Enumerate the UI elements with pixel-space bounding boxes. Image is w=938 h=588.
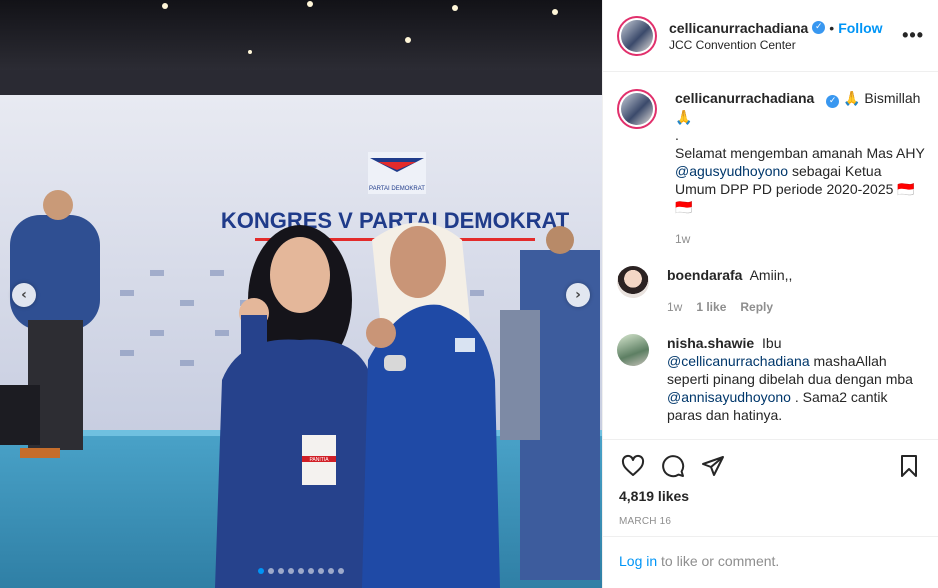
comment-row: boendarafa Amiin,, 1w 1 like Reply	[617, 266, 925, 316]
comment-username[interactable]: nisha.shawie	[667, 335, 754, 351]
separator-dot: •	[829, 19, 835, 36]
login-link[interactable]: Log in	[619, 553, 657, 569]
caption-flag: 🇮🇩	[675, 199, 693, 215]
action-bar	[619, 440, 923, 486]
likes-count[interactable]: 4,819 likes	[619, 488, 923, 504]
caption-verified-icon: ✓	[826, 95, 840, 108]
caption-text-a: Selamat mengemban amanah Mas AHY	[675, 145, 925, 161]
heart-icon	[621, 454, 645, 476]
next-slide-button[interactable]: ›	[566, 283, 590, 307]
post-header: cellicanurrachadiana ✓ • Follow JCC Conv…	[603, 0, 938, 72]
slide-dot	[278, 568, 284, 574]
username-link[interactable]: cellicanurrachadiana	[669, 20, 808, 36]
comment-icon	[662, 455, 685, 478]
comment-likes[interactable]: 1 like	[696, 298, 726, 316]
login-text: to like or comment.	[657, 553, 780, 569]
caption-line1b: 🙏	[675, 109, 693, 125]
location-link[interactable]: JCC Convention Center	[669, 38, 902, 52]
paper-plane-icon	[702, 456, 724, 476]
comment-text-a: Ibu	[762, 335, 782, 351]
caption-time[interactable]: 1w	[675, 230, 690, 248]
caption-mention[interactable]: @agusyudhoyono	[675, 163, 788, 179]
header-line: cellicanurrachadiana ✓ • Follow	[669, 20, 902, 36]
save-button[interactable]	[895, 452, 923, 480]
reply-button[interactable]: Reply	[740, 298, 773, 316]
caption-body: cellicanurrachadiana ✓ 🙏 Bismillah 🙏 . S…	[675, 89, 925, 248]
more-options-icon[interactable]: •••	[902, 25, 924, 46]
slide-dot	[268, 568, 274, 574]
comment-avatar[interactable]	[617, 334, 649, 366]
verified-badge-icon: ✓	[812, 21, 826, 34]
slide-dot	[258, 568, 264, 574]
caption-dot: .	[675, 127, 679, 143]
caption-meta: 1w	[675, 230, 925, 248]
slide-dot	[328, 568, 334, 574]
comment-mention[interactable]: @cellicanurrachadiana	[667, 353, 810, 369]
slide-dot	[298, 568, 304, 574]
follow-button[interactable]: Follow	[838, 20, 882, 36]
comment-row: nisha.shawie Ibu @cellicanurrachadiana m…	[617, 334, 925, 424]
share-button[interactable]	[699, 452, 727, 480]
chevron-left-icon: ‹	[21, 287, 27, 303]
badge-text: PANITIA	[309, 457, 329, 463]
comment-body: nisha.shawie Ibu @cellicanurrachadiana m…	[667, 334, 925, 424]
actions-area: 4,819 likes MARCH 16	[603, 439, 938, 527]
avatar-image	[621, 93, 653, 125]
caption-line1: 🙏 Bismillah	[843, 90, 921, 106]
post-date[interactable]: MARCH 16	[619, 516, 923, 527]
comment-text: Amiin,,	[749, 267, 793, 283]
login-prompt: Log in to like or comment.	[603, 536, 938, 588]
bookmark-icon	[901, 455, 917, 477]
comment-body: boendarafa Amiin,, 1w 1 like Reply	[667, 266, 925, 316]
caption-avatar[interactable]	[617, 89, 657, 129]
slide-dot	[288, 568, 294, 574]
comment-mention[interactable]: @annisayudhoyono	[667, 389, 791, 405]
caption-username[interactable]: cellicanurrachadiana	[675, 90, 814, 106]
banner-logo-text: PARTAI DEMOKRAT	[369, 186, 425, 192]
comment-avatar[interactable]	[617, 266, 649, 298]
caption-row: cellicanurrachadiana ✓ 🙏 Bismillah 🙏 . S…	[617, 89, 925, 248]
slide-dot	[308, 568, 314, 574]
post-side-panel: cellicanurrachadiana ✓ • Follow JCC Conv…	[602, 0, 938, 588]
comment-button[interactable]	[659, 452, 687, 480]
comments-list[interactable]: cellicanurrachadiana ✓ 🙏 Bismillah 🙏 . S…	[603, 73, 938, 439]
photo-illustration: PARTAI DEMOKRAT KONGRES V PARTAI DEMOKRA…	[0, 0, 602, 588]
slide-dot	[338, 568, 344, 574]
comment-username[interactable]: boendarafa	[667, 267, 742, 283]
header-text: cellicanurrachadiana ✓ • Follow JCC Conv…	[669, 20, 902, 52]
like-button[interactable]	[619, 452, 647, 480]
avatar[interactable]	[617, 15, 657, 56]
slide-indicator	[0, 568, 602, 574]
avatar-image	[621, 19, 653, 52]
comment-meta: 1w 1 like Reply	[667, 298, 925, 316]
slide-dot	[318, 568, 324, 574]
post-photo[interactable]: PARTAI DEMOKRAT KONGRES V PARTAI DEMOKRA…	[0, 0, 602, 588]
comment-time[interactable]: 1w	[667, 298, 682, 316]
previous-slide-button[interactable]: ‹	[12, 283, 36, 307]
chevron-right-icon: ›	[575, 287, 581, 303]
